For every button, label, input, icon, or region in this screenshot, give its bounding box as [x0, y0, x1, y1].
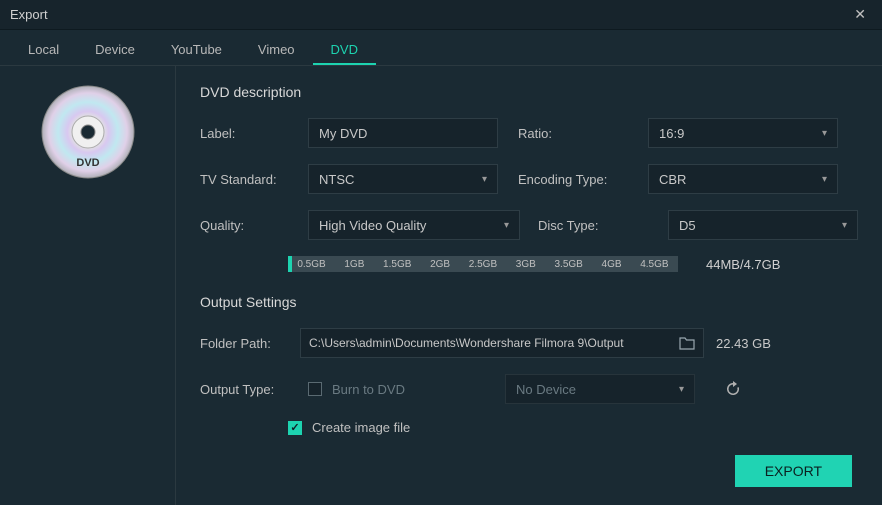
burn-to-dvd-checkbox[interactable]: [308, 382, 322, 396]
ratio-label: Ratio:: [518, 126, 628, 141]
chevron-down-icon: ▾: [822, 128, 827, 139]
left-panel: DVD: [0, 66, 176, 505]
tabs: Local Device YouTube Vimeo DVD: [0, 30, 882, 66]
tab-dvd[interactable]: DVD: [313, 36, 376, 65]
tick: 3GB: [516, 259, 536, 270]
device-value: No Device: [516, 382, 576, 397]
title-bar: Export ✕: [0, 0, 882, 30]
label-input[interactable]: [308, 118, 498, 148]
size-slider-ticks: 0.5GB 1GB 1.5GB 2GB 2.5GB 3GB 3.5GB 4GB …: [288, 256, 678, 272]
chevron-down-icon: ▾: [842, 220, 847, 231]
right-panel: DVD description Label: Ratio: 16:9 ▾ TV …: [176, 66, 882, 505]
tick: 2.5GB: [469, 259, 497, 270]
quality-select[interactable]: High Video Quality ▾: [308, 210, 520, 240]
output-type-label: Output Type:: [200, 382, 288, 397]
ratio-select[interactable]: 16:9 ▾: [648, 118, 838, 148]
burn-to-dvd-label: Burn to DVD: [332, 382, 405, 397]
tick: 3.5GB: [554, 259, 582, 270]
enc-value: CBR: [659, 172, 686, 187]
tab-vimeo[interactable]: Vimeo: [240, 36, 313, 65]
tab-device[interactable]: Device: [77, 36, 153, 65]
export-button[interactable]: EXPORT: [735, 455, 852, 487]
tick: 2GB: [430, 259, 450, 270]
size-slider[interactable]: 0.5GB 1GB 1.5GB 2GB 2.5GB 3GB 3.5GB 4GB …: [288, 256, 678, 272]
free-space-label: 22.43 GB: [716, 336, 771, 351]
tab-local[interactable]: Local: [10, 36, 77, 65]
disc-value: D5: [679, 218, 696, 233]
label-label: Label:: [200, 126, 288, 141]
folder-label: Folder Path:: [200, 336, 288, 351]
section-dvd-description: DVD description: [200, 84, 858, 100]
tvstd-value: NTSC: [319, 172, 354, 187]
chevron-down-icon: ▾: [679, 384, 684, 395]
quality-value: High Video Quality: [319, 218, 426, 233]
folder-path-value: C:\Users\admin\Documents\Wondershare Fil…: [309, 336, 624, 350]
size-used-label: 44MB/4.7GB: [706, 257, 780, 272]
tick: 0.5GB: [297, 259, 325, 270]
tab-youtube[interactable]: YouTube: [153, 36, 240, 65]
dvd-disc-icon: DVD: [40, 84, 136, 180]
tick: 4GB: [602, 259, 622, 270]
chevron-down-icon: ▾: [822, 174, 827, 185]
disc-select[interactable]: D5 ▾: [668, 210, 858, 240]
device-select[interactable]: No Device ▾: [505, 374, 695, 404]
disc-label: Disc Type:: [538, 218, 648, 233]
ratio-value: 16:9: [659, 126, 684, 141]
close-icon[interactable]: ✕: [848, 4, 872, 25]
enc-select[interactable]: CBR ▾: [648, 164, 838, 194]
svg-text:DVD: DVD: [76, 157, 99, 169]
tvstd-label: TV Standard:: [200, 172, 288, 187]
tick: 1GB: [344, 259, 364, 270]
section-output-settings: Output Settings: [200, 294, 858, 310]
enc-label: Encoding Type:: [518, 172, 628, 187]
tick: 1.5GB: [383, 259, 411, 270]
chevron-down-icon: ▾: [482, 174, 487, 185]
tick: 4.5GB: [640, 259, 668, 270]
window-title: Export: [10, 7, 48, 22]
create-image-checkbox[interactable]: ✓: [288, 421, 302, 435]
create-image-label: Create image file: [312, 420, 410, 435]
folder-path-input[interactable]: C:\Users\admin\Documents\Wondershare Fil…: [300, 328, 704, 358]
chevron-down-icon: ▾: [504, 220, 509, 231]
folder-icon[interactable]: [679, 336, 695, 350]
tvstd-select[interactable]: NTSC ▾: [308, 164, 498, 194]
quality-label: Quality:: [200, 218, 288, 233]
refresh-icon[interactable]: [723, 379, 743, 399]
